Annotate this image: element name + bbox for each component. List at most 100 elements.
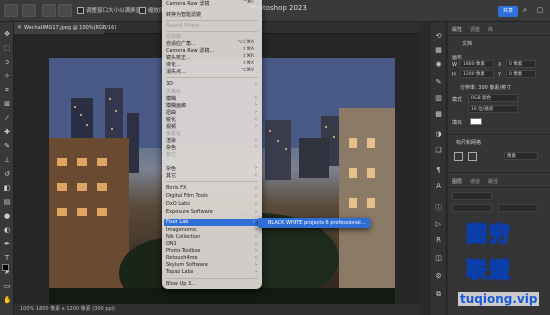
submenu-item-bw-projects[interactable]: BLACK WHITE projects 6 professional... [268,220,365,226]
tab-libraries[interactable]: 库 [488,26,493,33]
marquee-tool-icon[interactable]: ⬚ [3,44,11,52]
brush-tool-icon[interactable]: ✎ [3,142,11,150]
eraser-tool-icon[interactable]: ◧ [3,184,11,192]
history-icon[interactable]: ⟲ [434,32,443,41]
document-tab[interactable]: × WechatIMG17.jpeg @ 100%(RGB/16) [14,22,116,34]
menu-item-digital-film-tools[interactable]: Digital Film Tools [166,193,208,199]
layer-comps-icon[interactable]: ◫ [434,254,443,263]
magic-wand-icon[interactable]: ✧ [3,72,11,80]
depth-select[interactable]: 16 位/通道 [468,105,518,113]
patterns-icon[interactable]: ▩ [434,110,443,119]
menu-item-nik-collection[interactable]: Nik Collection [166,234,200,240]
zoom-tool-icon[interactable] [22,4,36,17]
width-field[interactable]: 1800 像素 [460,60,494,68]
pen-tool-icon[interactable]: ✒ [3,240,11,248]
paragraph-icon[interactable]: ¶ [434,166,443,175]
home-icon[interactable] [4,4,18,17]
guides-icon[interactable] [468,152,477,161]
menu-item-noise[interactable]: 杂色 [166,144,176,151]
swatches-icon[interactable]: ▦ [434,46,443,55]
menu-item-topaz-labs[interactable]: Topaz Labs [166,269,193,275]
menu-item-camera-raw-last[interactable]: Camera Raw 滤镜 [166,0,209,7]
character-icon[interactable]: A [434,182,443,191]
status-bar: 100% 1800 像素 x 1200 像素 (300 ppi) [14,304,420,315]
frame-tool-icon[interactable]: ⊠ [3,100,11,108]
type-tool-icon[interactable]: T [3,254,11,262]
search-icon[interactable]: ⌕ [523,6,527,15]
menu-item-other[interactable]: 其它 [166,172,176,179]
foreground-color-swatch[interactable] [2,264,9,271]
menu-item-render[interactable]: 渲染 [166,137,176,144]
menu-item-boris-fx[interactable]: Boris FX [166,185,186,191]
menu-item-fixer-lab[interactable]: Fixer Lab › [164,219,260,226]
shape-tool-icon[interactable]: ▭ [3,282,11,290]
libraries-icon[interactable]: ❏ [434,146,443,155]
menu-item-liquify[interactable]: 液化... [166,61,181,68]
menu-item-imagenomic[interactable]: Imagenomic [166,227,197,233]
menu-item-camera-raw[interactable]: Camera Raw 滤镜... [166,47,214,54]
actions-icon[interactable]: ▷ [434,220,443,229]
lasso-tool-icon[interactable]: ↄ [3,58,11,66]
tab-layers[interactable]: 图层 [452,178,462,185]
dodge-tool-icon[interactable]: ◐ [3,226,11,234]
share-button[interactable]: 共享 [498,6,518,17]
eyedropper-icon[interactable]: ⁄ [3,114,11,122]
menu-item-lens-correction[interactable]: 镜头校正... [166,54,191,61]
layer-filter-select[interactable] [452,192,492,200]
menu-item-blow-up[interactable]: Blow Up 3... [166,281,196,287]
tab-properties[interactable]: 属性 [452,26,462,33]
menu-item-skylum-software[interactable]: Skylum Software [166,262,208,268]
zoom-all-checkbox[interactable] [139,7,146,14]
fill-swatch[interactable] [470,118,482,125]
menu-item-blur[interactable]: 模糊 [166,95,176,102]
zoom-in-icon[interactable] [42,4,56,17]
retouch-icon[interactable]: R [434,236,443,245]
gradients-icon[interactable]: ▥ [434,94,443,103]
menu-item-smart-filter[interactable]: 转换为智能滤镜 [166,11,201,18]
info-icon[interactable]: ⓘ [434,204,443,213]
y-field[interactable]: 0 像素 [506,70,536,78]
tab-paths[interactable]: 路径 [488,178,498,185]
clone-stamp-icon[interactable]: ⊥ [3,156,11,164]
fixer-lab-submenu[interactable]: BLACK WHITE projects 6 professional... [258,218,370,228]
workspace-icon[interactable]: ▢ [537,6,544,14]
resize-windows-checkbox[interactable] [77,7,84,14]
opacity-field[interactable] [498,204,538,212]
adjustments-icon[interactable]: ◑ [434,130,443,139]
tool-presets-icon[interactable]: ⚙ [434,272,443,281]
gradient-tool-icon[interactable]: ▤ [3,198,11,206]
submenu-arrow-icon: › [255,137,257,143]
menu-item-on1[interactable]: ON1 [166,241,177,247]
menu-item-video[interactable]: 视频 [166,123,176,130]
crop-tool-icon[interactable]: ⌗ [3,86,11,94]
height-field[interactable]: 1200 像素 [460,70,494,78]
grid-icon[interactable] [454,152,463,161]
menu-item-vanishing-point[interactable]: 消失点... [166,68,186,75]
menu-item-adaptive-wide-angle[interactable]: 自适应广角... [166,40,196,47]
color-icon[interactable]: ◉ [434,60,443,69]
menu-item-dxo-labs[interactable]: DxO Labs [166,201,190,207]
blur-tool-icon[interactable]: ● [3,212,11,220]
menu-item-3d[interactable]: 3D [166,81,173,87]
tab-channels[interactable]: 通道 [470,178,480,185]
plugins-icon[interactable]: ⧉ [434,290,443,299]
move-tool-icon[interactable]: ✥ [3,30,11,38]
menu-item-distort[interactable]: 扭曲 [166,109,176,116]
healing-brush-icon[interactable]: ✚ [3,128,11,136]
mode-select[interactable]: RGB 颜色 [468,94,518,102]
menu-item-exposure-software[interactable]: Exposure Software [166,209,213,215]
history-brush-icon[interactable]: ↺ [3,170,11,178]
hand-tool-icon[interactable]: ✋ [3,296,12,304]
unit-select[interactable]: 像素 [504,152,538,160]
menu-item-photo-toolbox[interactable]: Photo-Toolbox [166,248,200,254]
brush-settings-icon[interactable]: ✎ [434,78,443,87]
close-tab-icon[interactable]: × [17,22,22,34]
menu-item-noise-2[interactable]: 杂色 [166,165,176,172]
menu-item-sharpen[interactable]: 锐化 [166,116,176,123]
menu-item-blur-gallery[interactable]: 模糊画廊 [166,102,186,109]
zoom-out-icon[interactable] [58,4,72,17]
blend-mode-select[interactable] [452,204,492,212]
tab-adjustments[interactable]: 调整 [470,26,480,33]
menu-item-retouch4me[interactable]: Retouch4me [166,255,198,261]
x-field[interactable]: 0 像素 [506,60,536,68]
